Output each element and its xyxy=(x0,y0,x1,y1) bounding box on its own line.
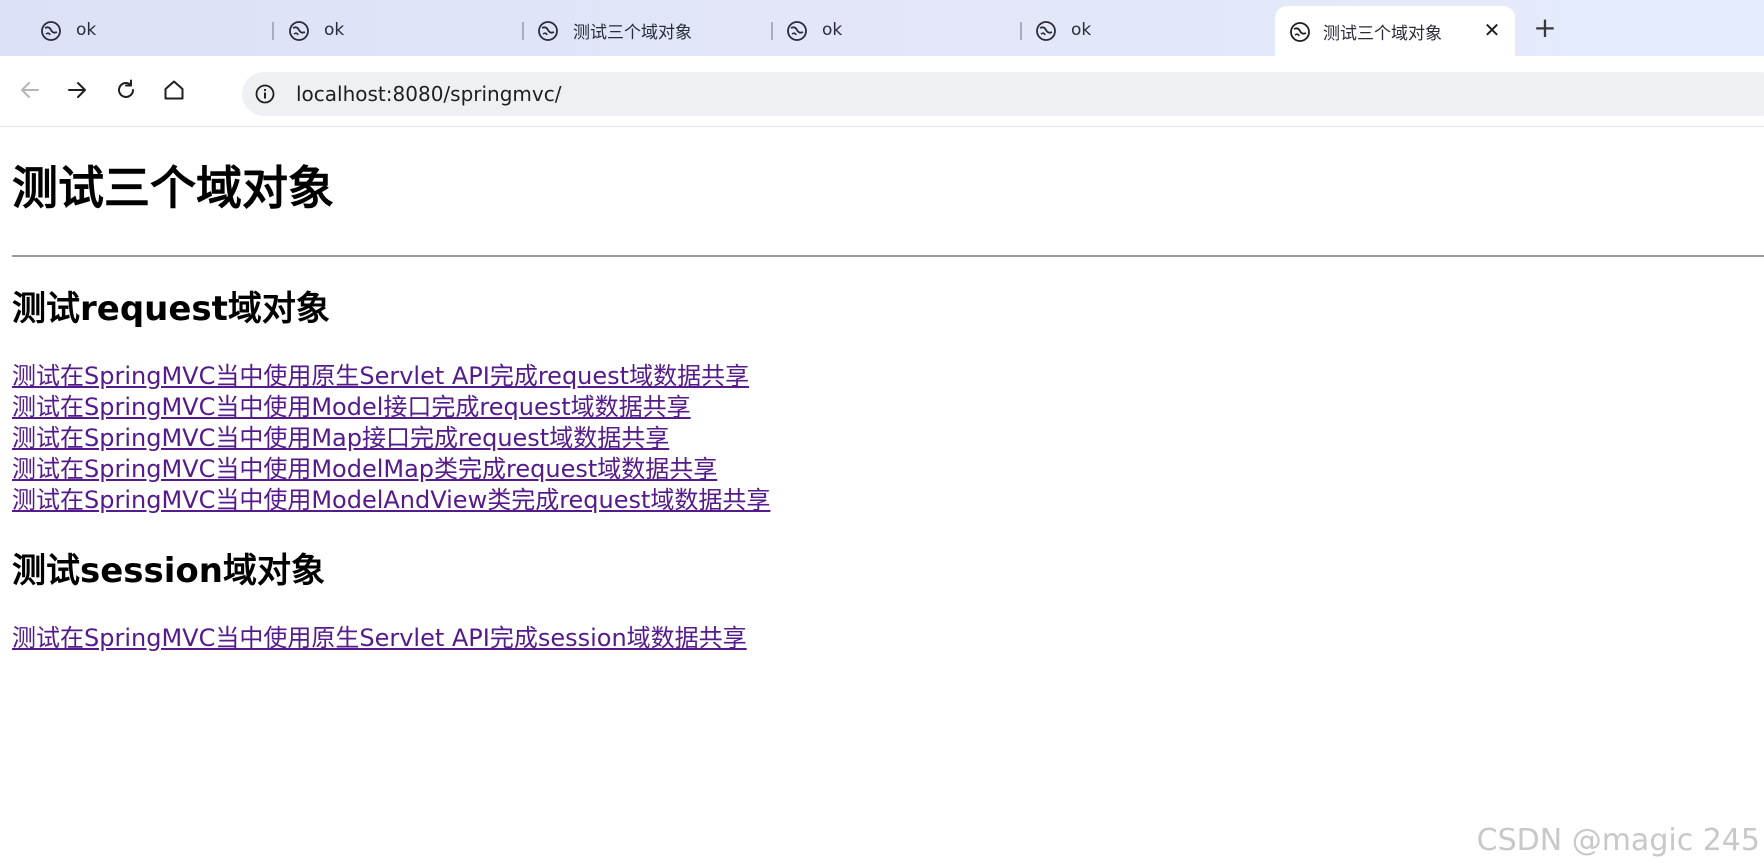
tab-label: 测试三个域对象 xyxy=(573,22,692,43)
tab-label: 测试三个域对象 xyxy=(1323,23,1442,44)
reload-icon xyxy=(118,79,134,98)
tab-label: ok xyxy=(1071,20,1092,40)
tab-label: ok xyxy=(324,20,345,40)
link-model-request[interactable]: 测试在SpringMVC当中使用Model接口完成request域数据共享 xyxy=(12,392,770,423)
link-map-request[interactable]: 测试在SpringMVC当中使用Map接口完成request域数据共享 xyxy=(12,423,770,454)
session-section-heading: 测试session域对象 xyxy=(12,551,325,591)
arrow-left-icon xyxy=(21,82,39,98)
link-modelmap-request[interactable]: 测试在SpringMVC当中使用ModelMap类完成request域数据共享 xyxy=(12,454,770,485)
info-icon[interactable] xyxy=(254,83,276,105)
tab-label: ok xyxy=(822,20,843,40)
tab-ok-1[interactable]: ok xyxy=(0,8,270,52)
new-tab-button[interactable]: + xyxy=(1530,14,1560,44)
page-title: 测试三个域对象 xyxy=(12,161,334,215)
url-text: localhost:8080/springmvc/ xyxy=(296,82,562,106)
tab-ok-2[interactable]: ok xyxy=(248,8,518,52)
reload-button[interactable] xyxy=(108,72,144,108)
divider xyxy=(12,255,1764,257)
watermark: CSDN @magic 245 xyxy=(1476,823,1760,858)
globe-favicon-icon xyxy=(289,21,309,41)
page-content: 测试三个域对象 测试request域对象 测试在SpringMVC当中使用原生S… xyxy=(0,127,1764,864)
link-servlet-api-session[interactable]: 测试在SpringMVC当中使用原生Servlet API完成session域数… xyxy=(12,623,747,654)
home-button[interactable] xyxy=(156,72,192,108)
request-section-heading: 测试request域对象 xyxy=(12,289,330,329)
globe-favicon-icon xyxy=(538,21,558,41)
tab-ok-4[interactable]: ok xyxy=(995,8,1265,52)
back-button[interactable] xyxy=(12,72,48,108)
tab-label: ok xyxy=(76,20,97,40)
browser-window: ok ok 测试三个域对象 ok ok 测试三个域对象 ✕ + localhos… xyxy=(0,0,1764,864)
browser-toolbar: localhost:8080/springmvc/ xyxy=(0,56,1764,127)
globe-favicon-icon xyxy=(1036,21,1056,41)
home-icon xyxy=(164,80,184,100)
session-links-list: 测试在SpringMVC当中使用原生Servlet API完成session域数… xyxy=(12,623,747,654)
link-modelandview-request[interactable]: 测试在SpringMVC当中使用ModelAndView类完成request域数… xyxy=(12,485,770,516)
forward-button[interactable] xyxy=(59,72,95,108)
address-bar[interactable]: localhost:8080/springmvc/ xyxy=(242,72,1764,116)
tab-domain-objects-1[interactable]: 测试三个域对象 xyxy=(497,8,767,52)
request-links-list: 测试在SpringMVC当中使用原生Servlet API完成request域数… xyxy=(12,361,770,516)
tab-domain-objects-active[interactable]: 测试三个域对象 ✕ xyxy=(1275,6,1515,56)
globe-favicon-icon xyxy=(787,21,807,41)
tab-strip: ok ok 测试三个域对象 ok ok 测试三个域对象 ✕ + xyxy=(0,0,1764,56)
close-icon[interactable]: ✕ xyxy=(1481,19,1503,41)
tab-ok-3[interactable]: ok xyxy=(746,8,1016,52)
globe-favicon-icon xyxy=(1290,22,1310,42)
link-servlet-api-request[interactable]: 测试在SpringMVC当中使用原生Servlet API完成request域数… xyxy=(12,361,770,392)
arrow-right-icon xyxy=(68,82,86,98)
globe-favicon-icon xyxy=(41,21,61,41)
